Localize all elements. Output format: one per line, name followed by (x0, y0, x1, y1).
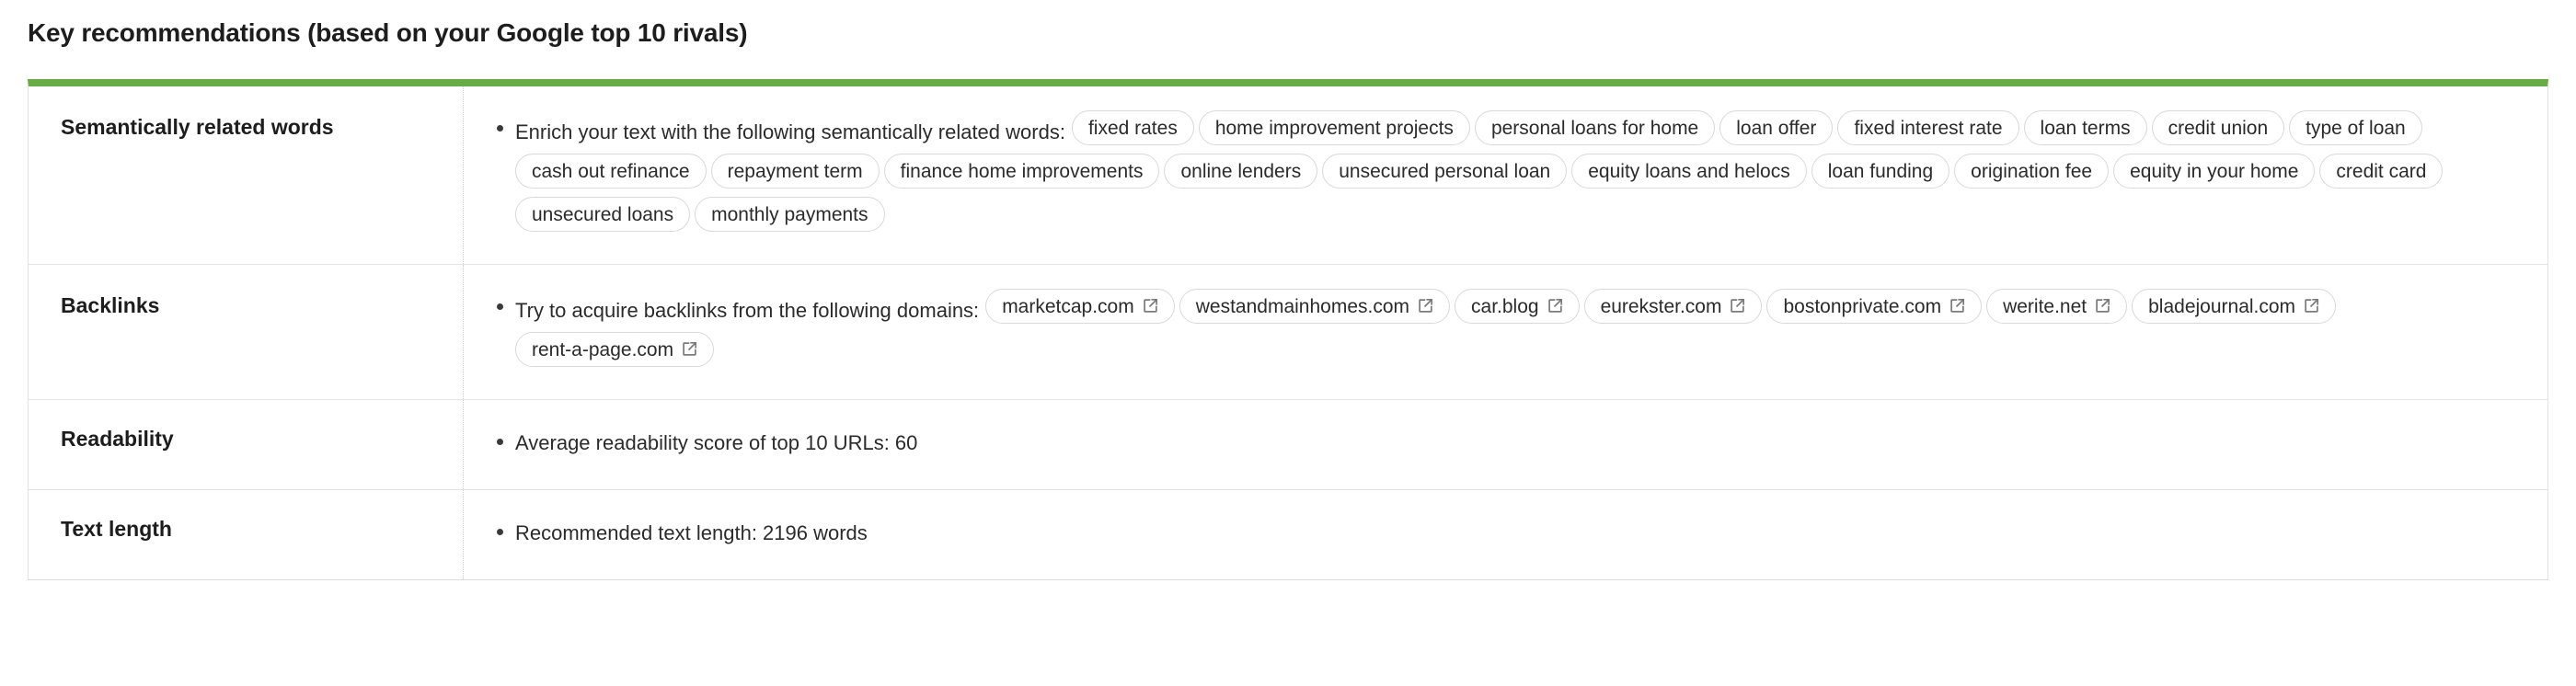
external-link-icon[interactable] (2304, 298, 2319, 314)
recommendations-table: Semantically related words Enrich your t… (28, 79, 2548, 580)
semantic-word-label: equity loans and helocs (1588, 160, 1790, 182)
backlink-domain-pill[interactable]: car.blog (1455, 289, 1580, 324)
external-link-icon[interactable] (1547, 298, 1563, 314)
table-row: Backlinks Try to acquire backlinks from … (29, 264, 2547, 399)
semantic-word-pill[interactable]: monthly payments (695, 197, 885, 232)
semantic-word-label: origination fee (1971, 160, 2093, 182)
semantic-word-label: repayment term (727, 160, 863, 182)
semantic-word-pill[interactable]: credit card (2319, 154, 2444, 189)
semantic-words-description: Enrich your text with the following sema… (515, 120, 1065, 143)
semantic-word-pill[interactable]: origination fee (1954, 154, 2110, 189)
semantic-word-pill[interactable]: cash out refinance (515, 154, 707, 189)
semantic-word-label: unsecured personal loan (1339, 160, 1551, 182)
backlink-domain-label: rent-a-page.com (532, 338, 674, 360)
backlinks-description: Try to acquire backlinks from the follow… (515, 298, 980, 322)
semantic-word-label: credit union (2168, 117, 2269, 139)
external-link-icon[interactable] (1730, 298, 1745, 314)
external-link-icon[interactable] (1949, 298, 1965, 314)
semantic-word-label: loan terms (2040, 117, 2131, 139)
external-link-icon[interactable] (2095, 298, 2110, 314)
backlink-domain-pill[interactable]: marketcap.com (985, 289, 1175, 324)
semantic-word-pill[interactable]: unsecured personal loan (1322, 154, 1568, 189)
row-value-text-length: Recommended text length: 2196 words (464, 490, 2547, 579)
semantic-word-pill[interactable]: equity in your home (2113, 154, 2316, 189)
bullet-block: Enrich your text with the following sema… (497, 110, 2525, 240)
backlink-domain-pill[interactable]: rent-a-page.com (515, 332, 715, 367)
semantic-word-pill[interactable]: repayment term (710, 154, 880, 189)
bullet-dot-icon (497, 303, 503, 310)
row-label-readability: Readability (29, 400, 464, 489)
semantic-word-pill[interactable]: fixed interest rate (1837, 110, 2019, 145)
row-value-backlinks: Try to acquire backlinks from the follow… (464, 265, 2547, 399)
readability-score-text: Average readability score of top 10 URLs… (515, 431, 918, 454)
external-link-icon[interactable] (1418, 298, 1433, 314)
row-label-text-length: Text length (29, 490, 464, 579)
backlink-domain-pill[interactable]: bladejournal.com (2132, 289, 2337, 324)
backlink-domain-pill[interactable]: werite.net (1986, 289, 2128, 324)
semantic-word-label: type of loan (2306, 117, 2406, 139)
semantic-word-label: cash out refinance (532, 160, 690, 182)
semantic-word-label: fixed interest rate (1854, 117, 2003, 139)
semantic-word-pill[interactable]: fixed rates (1071, 110, 1194, 145)
external-link-icon[interactable] (1143, 298, 1158, 314)
backlink-domain-label: eurekster.com (1600, 295, 1722, 317)
semantic-word-pill[interactable]: loan funding (1811, 154, 1950, 189)
backlink-domain-label: car.blog (1471, 295, 1539, 317)
semantic-word-pill[interactable]: finance home improvements (883, 154, 1160, 189)
semantic-word-label: monthly payments (711, 203, 868, 225)
external-link-icon[interactable] (682, 341, 697, 357)
semantic-word-label: personal loans for home (1490, 117, 1699, 139)
bullet-dot-icon (497, 125, 503, 131)
bullet-block: Try to acquire backlinks from the follow… (497, 289, 2525, 375)
semantic-word-pill[interactable]: home improvement projects (1198, 110, 1470, 145)
key-recommendations-panel: Key recommendations (based on your Googl… (0, 0, 2576, 686)
semantic-word-label: fixed rates (1087, 117, 1178, 139)
semantic-word-label: unsecured loans (532, 203, 674, 225)
semantic-word-pill[interactable]: type of loan (2289, 110, 2422, 145)
semantic-word-label: home improvement projects (1214, 117, 1454, 139)
semantic-word-pill[interactable]: online lenders (1164, 154, 1318, 189)
bullet-block: Average readability score of top 10 URLs… (497, 424, 2525, 465)
text-length-text: Recommended text length: 2196 words (515, 521, 868, 544)
semantic-word-label: loan offer (1736, 117, 1817, 139)
semantic-word-pill[interactable]: loan terms (2023, 110, 2147, 145)
bullet-block: Recommended text length: 2196 words (497, 514, 2525, 555)
table-row: Semantically related words Enrich your t… (29, 86, 2547, 264)
semantic-word-label: credit card (2336, 160, 2427, 182)
bullet-dot-icon (497, 439, 503, 445)
semantic-word-pill[interactable]: unsecured loans (515, 197, 691, 232)
semantic-word-pill[interactable]: equity loans and helocs (1571, 154, 1807, 189)
table-row: Readability Average readability score of… (29, 399, 2547, 489)
row-label-semantic-words: Semantically related words (29, 86, 464, 264)
semantic-word-label: finance home improvements (900, 160, 1144, 182)
row-value-semantic-words: Enrich your text with the following sema… (464, 86, 2547, 264)
semantic-word-pill[interactable]: credit union (2151, 110, 2285, 145)
backlink-domain-label: marketcap.com (1002, 295, 1134, 317)
semantic-word-label: loan funding (1827, 160, 1934, 182)
backlink-domain-label: bostonprivate.com (1783, 295, 1942, 317)
backlink-domain-pill[interactable]: eurekster.com (1583, 289, 1763, 324)
backlink-domain-label: bladejournal.com (2148, 295, 2296, 317)
semantic-word-label: online lenders (1180, 160, 1302, 182)
semantic-word-pill[interactable]: loan offer (1719, 110, 1834, 145)
backlink-domain-pill[interactable]: bostonprivate.com (1766, 289, 1983, 324)
bullet-dot-icon (497, 529, 503, 535)
semantic-word-pill[interactable]: personal loans for home (1474, 110, 1716, 145)
semantic-word-label: equity in your home (2130, 160, 2299, 182)
row-label-backlinks: Backlinks (29, 265, 464, 399)
backlink-domain-label: werite.net (2003, 295, 2087, 317)
page-title: Key recommendations (based on your Googl… (28, 18, 748, 47)
row-value-readability: Average readability score of top 10 URLs… (464, 400, 2547, 489)
table-row: Text length Recommended text length: 219… (29, 489, 2547, 579)
backlink-domain-label: westandmainhomes.com (1195, 295, 1410, 317)
backlink-domain-pill[interactable]: westandmainhomes.com (1179, 289, 1451, 324)
